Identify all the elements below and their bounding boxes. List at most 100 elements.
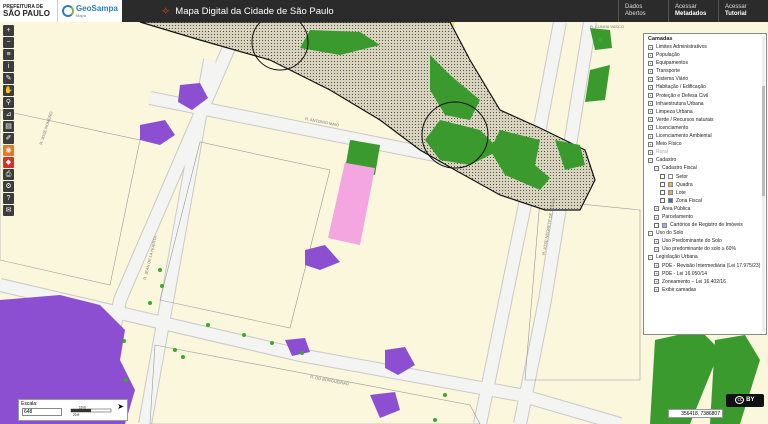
layer-item[interactable]: + Limites Administrativos	[648, 43, 766, 51]
layer-item[interactable]: + Verde / Recursos naturais	[648, 116, 766, 124]
layer-item[interactable]: + Sistema Viário	[648, 75, 766, 83]
layer-label: Limpeza Urbana	[656, 108, 693, 115]
collapse-icon[interactable]: −	[648, 230, 653, 236]
collapse-icon[interactable]: −	[654, 165, 659, 171]
layer-item[interactable]: Zona Fiscal	[648, 197, 766, 205]
expand-icon[interactable]: +	[648, 44, 653, 50]
metadados-link[interactable]: Acessar Metadados	[668, 0, 718, 22]
geosampa-ring-icon	[62, 5, 74, 17]
expand-icon[interactable]: +	[648, 125, 653, 131]
expand-icon[interactable]: +	[654, 214, 659, 220]
print-icon[interactable]: ▤	[3, 121, 14, 132]
prefeitura-logo[interactable]: PREFEITURA DE SÃO PAULO	[0, 0, 58, 22]
expand-icon[interactable]: +	[648, 141, 653, 147]
zoom-in-icon[interactable]: +	[3, 25, 14, 36]
layer-item[interactable]: + Área Pública	[648, 205, 766, 213]
expand-icon[interactable]: +	[648, 109, 653, 115]
layer-item[interactable]: + Zoneamento – Lei 16.402/16	[648, 278, 766, 286]
measure-icon[interactable]: ⊿	[3, 109, 14, 120]
expand-icon[interactable]: +	[654, 287, 659, 293]
draw-icon[interactable]: ✐	[3, 133, 14, 144]
layer-item[interactable]: − Cadastro	[648, 156, 766, 164]
layer-item[interactable]: + Transporte	[648, 67, 766, 75]
layer-label: Verde / Recursos naturais	[656, 116, 714, 123]
layer-checkbox[interactable]	[654, 222, 659, 228]
layer-item[interactable]: + Proteção e Defesa Civil	[648, 92, 766, 100]
layers-icon[interactable]: ≡	[3, 49, 14, 60]
expand-icon[interactable]: +	[648, 101, 653, 107]
dados-abertos-link[interactable]: Dados Abertos	[618, 0, 668, 22]
expand-icon[interactable]: +	[654, 279, 659, 285]
expand-icon[interactable]: +	[654, 271, 659, 277]
expand-icon[interactable]: +	[648, 93, 653, 99]
expand-icon[interactable]: +	[648, 133, 653, 139]
link-line2: Tutorial	[725, 11, 747, 17]
collapse-icon[interactable]: −	[648, 157, 653, 163]
geosampa-logo[interactable]: GeoSampa Mapa	[58, 0, 122, 22]
layer-item[interactable]: + Infraestrutura Urbana	[648, 100, 766, 108]
expand-icon[interactable]: +	[654, 206, 659, 212]
zoom-out-icon[interactable]: −	[3, 37, 14, 48]
layer-item[interactable]: + Exibir camadas	[648, 286, 766, 294]
rss-icon[interactable]: ◉	[3, 145, 14, 156]
collapse-icon[interactable]: −	[648, 254, 653, 260]
layer-item[interactable]: − Legislação Urbana	[648, 253, 766, 261]
creative-commons-badge[interactable]: cc BY	[726, 394, 764, 407]
kml-icon[interactable]: ◆	[3, 157, 14, 168]
layer-label: Proteção e Defesa Civil	[656, 92, 709, 99]
layer-item[interactable]: + Uso predominante do solo ≥ 60%	[648, 245, 766, 253]
layer-item[interactable]: + PDE - Revisão Intermediária (Lei 17.975…	[648, 262, 766, 270]
layer-item[interactable]: + Limpeza Urbana	[648, 108, 766, 116]
layer-item[interactable]: + Parcelamento	[648, 213, 766, 221]
layer-item[interactable]: − Uso do Solo	[648, 229, 766, 237]
layer-item[interactable]: Quadra	[648, 181, 766, 189]
layers-scrollbar[interactable]	[762, 36, 765, 332]
settings-icon[interactable]: ⚙	[3, 181, 14, 192]
layer-checkbox[interactable]	[660, 182, 665, 188]
layer-label: Infraestrutura Urbana	[656, 100, 704, 107]
scale-label: Escala:	[21, 401, 38, 407]
layer-item[interactable]: + Equipamentos	[648, 59, 766, 67]
layer-item[interactable]: + Habitação / Edificação	[648, 83, 766, 91]
layer-label: Cartórios de Registro de Imóveis	[670, 222, 743, 229]
expand-icon[interactable]: +	[654, 238, 659, 244]
scale-input[interactable]	[22, 408, 62, 416]
layer-item[interactable]: Setor	[648, 173, 766, 181]
expand-icon[interactable]: +	[648, 149, 653, 155]
layer-checkbox[interactable]	[660, 190, 665, 196]
cc-text: BY	[746, 397, 755, 403]
expand-icon[interactable]: +	[648, 68, 653, 74]
expand-icon[interactable]: +	[654, 246, 659, 252]
layer-item[interactable]: + Rural	[648, 148, 766, 156]
email-icon[interactable]: ✉	[3, 205, 14, 216]
layer-item[interactable]: + Licenciamento Ambiental	[648, 132, 766, 140]
layer-swatch-icon	[668, 174, 673, 180]
layer-checkbox[interactable]	[660, 198, 665, 204]
expand-icon[interactable]: +	[648, 60, 653, 66]
layer-item[interactable]: + PDE - Lei 16.050/14	[648, 270, 766, 278]
layer-item[interactable]: Cartórios de Registro de Imóveis	[648, 221, 766, 229]
layer-item[interactable]: − Cadastro Fiscal	[648, 164, 766, 172]
layer-item[interactable]: + Licenciamento	[648, 124, 766, 132]
info-icon[interactable]: i	[3, 61, 14, 72]
scale-widget: Escala: 10 m 20 ft ➤	[18, 399, 128, 421]
scrollbar-thumb[interactable]	[762, 86, 765, 196]
expand-icon[interactable]: +	[648, 52, 653, 58]
tutorial-link[interactable]: Acessar Tutorial	[718, 0, 768, 22]
help-icon[interactable]: ?	[3, 193, 14, 204]
layer-item[interactable]: + Uso Predominante do Solo	[648, 237, 766, 245]
layer-item[interactable]: Lote	[648, 189, 766, 197]
printer-icon[interactable]: ⎙	[3, 169, 14, 180]
layer-item[interactable]: + População	[648, 51, 766, 59]
expand-icon[interactable]: +	[648, 85, 653, 91]
layer-checkbox[interactable]	[660, 174, 665, 180]
expand-icon[interactable]: +	[648, 76, 653, 82]
expand-icon[interactable]: +	[648, 117, 653, 123]
search-icon[interactable]: ⚲	[3, 97, 14, 108]
pan-icon[interactable]: ✋	[3, 85, 14, 96]
layer-item[interactable]: + Meio Físico	[648, 140, 766, 148]
layers-panel-title: Camadas	[648, 36, 673, 42]
edit-icon[interactable]: ✎	[3, 73, 14, 84]
layer-label: Área Pública	[662, 205, 691, 212]
expand-icon[interactable]: +	[654, 263, 659, 269]
